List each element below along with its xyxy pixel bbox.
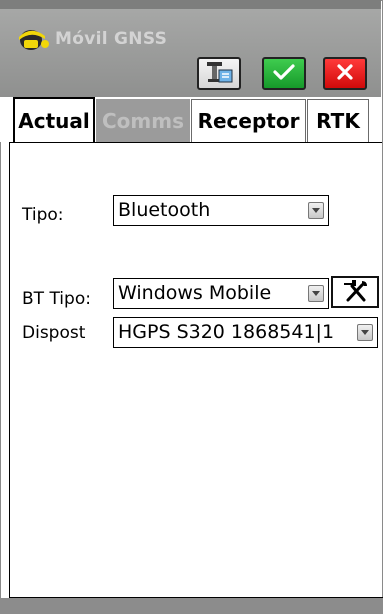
bt-tipo-select[interactable]: Windows Mobile <box>113 278 329 309</box>
dispost-label: Dispost <box>22 323 86 343</box>
tab-comms[interactable]: Comms <box>96 99 190 142</box>
hammer-wrench-icon <box>340 277 370 307</box>
title-bar: Móvil GNSS <box>0 0 381 98</box>
bt-tools-button[interactable] <box>331 276 379 308</box>
tab-receptor[interactable]: Receptor <box>191 99 306 142</box>
bt-tipo-value: Windows Mobile <box>118 282 272 304</box>
app-title: Móvil GNSS <box>55 29 168 49</box>
chevron-down-icon[interactable] <box>308 285 324 302</box>
tab-actual[interactable]: Actual <box>13 97 95 143</box>
ok-button[interactable] <box>262 57 306 90</box>
dispost-select[interactable]: HGPS S320 1868541|1 <box>113 317 378 348</box>
tipo-label: Tipo: <box>22 205 64 225</box>
close-icon <box>335 62 355 86</box>
tipo-select[interactable]: Bluetooth <box>113 195 329 226</box>
chevron-down-icon[interactable] <box>308 202 324 219</box>
tipo-value: Bluetooth <box>118 199 211 221</box>
tab-underline <box>10 142 382 143</box>
bt-tipo-label: BT Tipo: <box>22 289 91 309</box>
app-logo-icon <box>15 24 55 54</box>
panel-left-border <box>9 142 10 597</box>
chevron-down-icon[interactable] <box>357 324 373 341</box>
antenna-settings-button[interactable] <box>197 57 241 90</box>
antenna-settings-icon <box>204 60 234 88</box>
check-icon <box>272 62 296 86</box>
bottom-bar <box>0 598 383 614</box>
dispost-value: HGPS S320 1868541|1 <box>118 321 335 343</box>
tab-rtk[interactable]: RTK <box>307 99 369 142</box>
cancel-button[interactable] <box>323 57 367 90</box>
top-strip <box>0 0 381 9</box>
